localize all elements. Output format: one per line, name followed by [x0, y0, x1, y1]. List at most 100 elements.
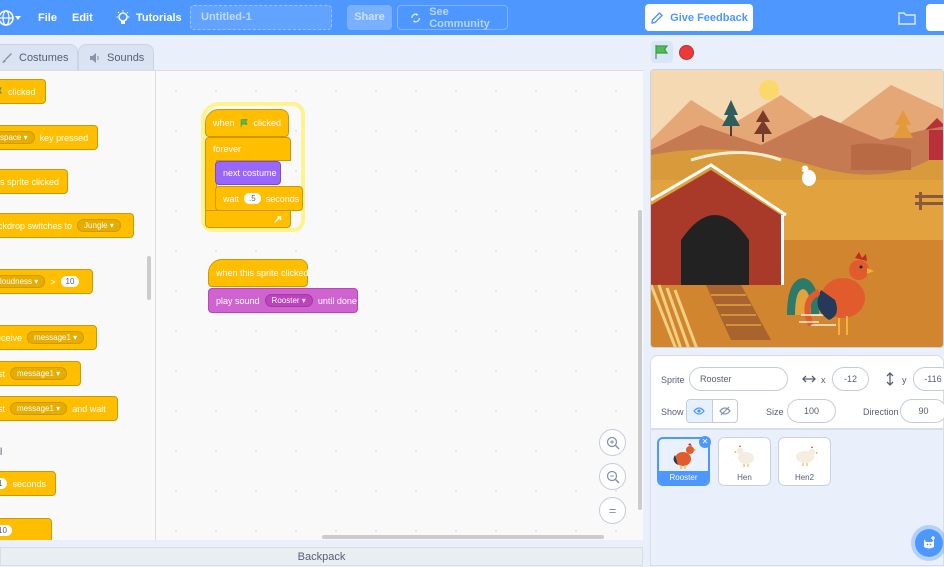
direction-input[interactable]: 90: [900, 399, 944, 423]
sound-dropdown[interactable]: Rooster ▾: [264, 294, 313, 307]
zoom-reset-button[interactable]: =: [599, 497, 626, 524]
backpack[interactable]: Backpack: [0, 547, 643, 566]
loop-arrow-icon: [274, 216, 282, 223]
loudness-value-input[interactable]: 10: [60, 276, 80, 287]
when-sprite-clicked-block[interactable]: when this sprite clicked: [208, 259, 309, 287]
eye-hidden-icon: [718, 406, 731, 416]
give-feedback-button[interactable]: Give Feedback: [645, 4, 753, 31]
sprite-thumb-rooster[interactable]: ✕ Rooster: [657, 436, 711, 486]
palette-label: ackdrop switches to: [0, 220, 73, 231]
my-stuff-button[interactable]: [898, 0, 916, 35]
x-position-input[interactable]: -12: [832, 367, 869, 391]
palette-label: his sprite clicked: [0, 176, 60, 187]
play-sound-until-done-block[interactable]: play sound Rooster ▾ until done: [208, 288, 358, 313]
palette-broadcast[interactable]: ast message1 ▾: [0, 361, 81, 386]
hen-thumbnail: [733, 445, 754, 467]
visibility-toggle: [686, 399, 738, 423]
palette-when-loudness[interactable]: loudness ▾ > 10: [0, 269, 93, 294]
y-position-input[interactable]: -116: [913, 367, 944, 391]
palette-when-flag-clicked[interactable]: clicked: [0, 79, 46, 104]
account-avatar[interactable]: [926, 4, 944, 31]
size-input[interactable]: 100: [787, 399, 836, 423]
script-workspace[interactable]: when clicked forever next costume wait .…: [156, 70, 643, 540]
folder-icon: [898, 11, 916, 25]
show-visible-button[interactable]: [687, 400, 713, 422]
block-label: when this sprite clicked: [216, 268, 309, 278]
green-flag-button[interactable]: [651, 41, 673, 63]
block-label: forever: [213, 144, 242, 154]
share-button[interactable]: Share: [347, 5, 392, 30]
forever-block[interactable]: forever: [205, 137, 291, 161]
tab-costumes[interactable]: Costumes: [0, 44, 78, 70]
broadcast-dropdown-value: message1: [17, 369, 54, 378]
edit-menu[interactable]: Edit: [72, 0, 93, 35]
palette-label: clicked: [8, 86, 36, 97]
zoom-in-icon: [606, 436, 620, 450]
repeat-value-input[interactable]: 10: [0, 525, 12, 536]
cat-add-icon: [924, 536, 935, 549]
see-community-label: See Community: [429, 5, 490, 30]
sprite-list: ✕ Rooster Hen Hen2: [650, 429, 944, 566]
receive-dropdown[interactable]: message1 ▾: [27, 331, 85, 344]
zoom-in-button[interactable]: [599, 429, 626, 456]
choose-sprite-button[interactable]: [911, 525, 944, 561]
sprite-thumb-label: Rooster: [659, 471, 708, 484]
category-heading-control: l: [0, 447, 3, 458]
palette-repeat[interactable]: 10: [0, 518, 52, 540]
project-title-input[interactable]: Untitled-1: [190, 5, 332, 30]
palette-label: receive: [0, 332, 23, 343]
palette-wait-seconds[interactable]: 1 seconds: [0, 471, 56, 496]
stage[interactable]: [650, 69, 944, 348]
palette-when-sprite-clicked[interactable]: his sprite clicked: [0, 169, 68, 194]
palette-label: ast: [0, 368, 6, 379]
palette-when-backdrop-switches[interactable]: ackdrop switches to Jungle ▾: [0, 213, 134, 238]
green-flag-icon: [0, 87, 2, 93]
workspace-horizontal-scrollbar[interactable]: [322, 535, 604, 539]
eye-icon: [693, 407, 706, 415]
tutorials-button[interactable]: Tutorials: [116, 0, 182, 35]
backdrop-dropdown-value: Jungle: [84, 221, 108, 230]
zoom-out-icon: [606, 470, 620, 484]
zoom-out-button[interactable]: [599, 463, 626, 490]
palette-when-key-pressed[interactable]: space ▾ key pressed: [0, 125, 98, 150]
greater-than-label: >: [50, 276, 56, 287]
sprite-name-label: Sprite: [661, 375, 685, 385]
receive-dropdown-value: message1: [34, 333, 71, 342]
sprite-thumb-hen2[interactable]: Hen2: [778, 437, 831, 486]
y-label: y: [902, 375, 907, 385]
wait-value-input[interactable]: .5: [244, 193, 261, 204]
pencil-icon: [651, 11, 664, 24]
broadcast-wait-dropdown[interactable]: message1 ▾: [10, 402, 68, 415]
language-menu[interactable]: [0, 0, 24, 35]
block-label: seconds: [265, 193, 300, 204]
broadcast-dropdown[interactable]: message1 ▾: [10, 367, 68, 380]
block-label: wait: [223, 193, 240, 204]
palette-broadcast-and-wait[interactable]: ast message1 ▾ and wait: [0, 396, 118, 421]
tab-sounds[interactable]: Sounds: [78, 44, 154, 70]
workspace-vertical-scrollbar[interactable]: [638, 210, 642, 510]
when-flag-clicked-block[interactable]: when clicked: [205, 109, 289, 137]
palette-scrollbar[interactable]: [147, 256, 151, 300]
horizontal-arrows-icon: [802, 375, 816, 383]
see-community-button[interactable]: See Community: [397, 5, 508, 30]
backdrop-dropdown[interactable]: Jungle ▾: [77, 219, 121, 232]
hide-sprite-button[interactable]: [713, 400, 738, 422]
palette-when-receive[interactable]: receive message1 ▾: [0, 325, 97, 350]
loudness-dropdown[interactable]: loudness ▾: [0, 275, 46, 288]
file-menu[interactable]: File: [38, 0, 57, 35]
key-dropdown[interactable]: space ▾: [0, 131, 35, 144]
stop-button[interactable]: [679, 45, 694, 60]
rooster-thumbnail: [673, 443, 697, 469]
wait-block[interactable]: wait .5 seconds: [215, 186, 303, 211]
forever-block-footer: [205, 210, 291, 228]
menu-bar: File Edit Tutorials Untitled-1 Share See…: [0, 0, 944, 35]
next-costume-block[interactable]: next costume: [215, 161, 281, 185]
wait-value-input[interactable]: 1: [0, 478, 8, 489]
key-dropdown-value: space: [0, 133, 22, 142]
block-label: when: [213, 118, 235, 128]
tab-sounds-label: Sounds: [107, 51, 145, 64]
sprite-name-input[interactable]: Rooster: [689, 367, 788, 391]
brush-icon: [2, 52, 12, 63]
delete-sprite-button[interactable]: ✕: [699, 436, 711, 448]
sprite-thumb-hen[interactable]: Hen: [718, 437, 771, 486]
